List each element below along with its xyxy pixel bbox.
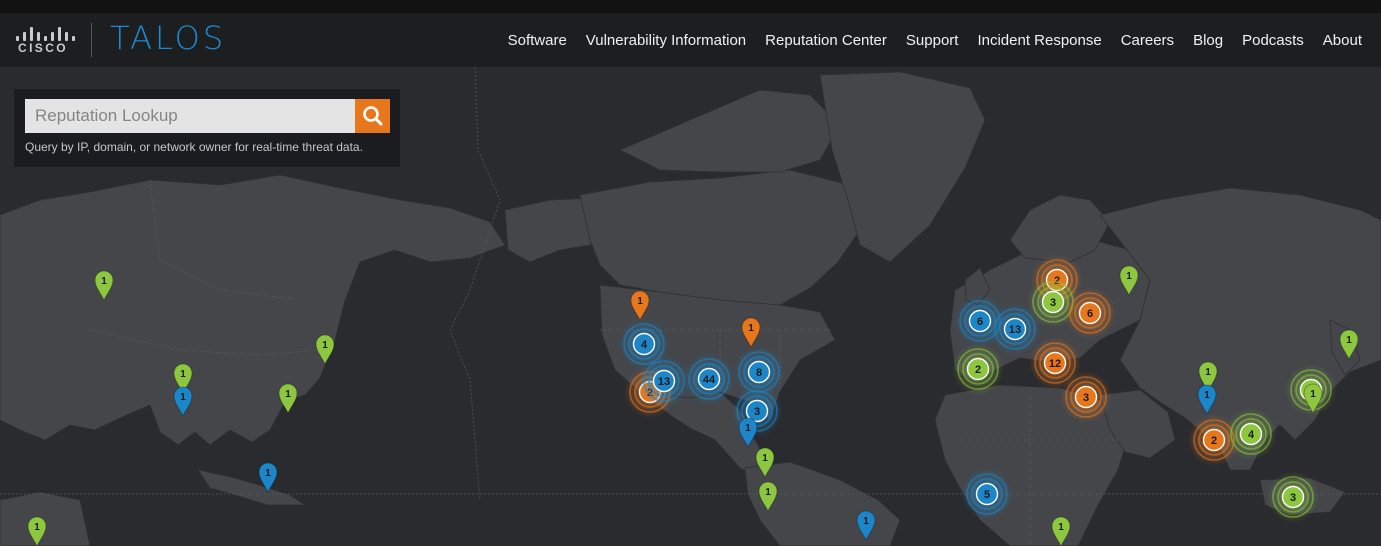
cluster-count: 3: [754, 406, 760, 418]
cluster-count: 6: [1087, 308, 1093, 320]
nav-about[interactable]: About: [1323, 32, 1362, 49]
cluster-count: 3: [1083, 392, 1089, 404]
cluster-count: 12: [1049, 358, 1061, 370]
reputation-lookup-input[interactable]: [25, 99, 365, 133]
nav-vulnerability-information[interactable]: Vulnerability Information: [586, 32, 746, 49]
cluster-count: 5: [984, 489, 990, 501]
cluster-count: 4: [1248, 429, 1255, 441]
talos-wordmark: TALOS: [110, 17, 226, 59]
cisco-wordmark: CISCO: [18, 41, 69, 55]
pin-count: 1: [180, 369, 186, 380]
cluster-count: 2: [1211, 435, 1217, 447]
nav-software[interactable]: Software: [508, 32, 567, 49]
nav-blog[interactable]: Blog: [1193, 32, 1223, 49]
cluster-count: 13: [658, 376, 670, 388]
pin-count: 1: [637, 296, 643, 307]
nav-careers[interactable]: Careers: [1121, 32, 1174, 49]
pin-count: 1: [863, 516, 869, 527]
top-strip: [0, 0, 1381, 13]
threat-cluster-marker[interactable]: 2: [952, 343, 1004, 395]
pin-count: 1: [1058, 522, 1064, 533]
pin-count: 1: [748, 323, 754, 334]
land-australia-edge: [0, 491, 91, 546]
threat-cluster-marker[interactable]: 13: [989, 303, 1041, 355]
pin-count: 1: [322, 340, 328, 351]
nav-podcasts[interactable]: Podcasts: [1242, 32, 1304, 49]
pin-count: 1: [101, 276, 107, 287]
nav-incident-response[interactable]: Incident Response: [977, 32, 1101, 49]
threat-cluster-marker[interactable]: 13: [638, 355, 690, 407]
threat-cluster-marker[interactable]: 5: [961, 468, 1013, 520]
cisco-talos-logo[interactable]: CISCO TALOS: [14, 19, 244, 61]
cluster-count: 2: [975, 364, 981, 376]
search-hint-text: Query by IP, domain, or network owner fo…: [25, 140, 363, 154]
pin-count: 1: [265, 468, 271, 479]
cluster-count: 6: [977, 316, 983, 328]
cluster-count: 8: [756, 367, 762, 379]
cluster-count: 13: [1009, 324, 1021, 336]
threat-cluster-marker[interactable]: 3: [1060, 371, 1112, 423]
cisco-bars-icon: [16, 25, 75, 41]
threat-cluster-marker[interactable]: 4: [1225, 408, 1277, 460]
pin-count: 1: [180, 392, 186, 403]
threat-cluster-marker[interactable]: 44: [683, 353, 735, 405]
pin-count: 1: [1310, 389, 1316, 400]
nav-support[interactable]: Support: [906, 32, 959, 49]
nav-reputation-center[interactable]: Reputation Center: [765, 32, 887, 49]
pin-count: 1: [762, 453, 768, 464]
main-nav: Software Vulnerability Information Reput…: [489, 13, 1362, 67]
pin-count: 1: [285, 389, 291, 400]
threat-cluster-marker[interactable]: 3: [1267, 471, 1319, 523]
pin-count: 1: [765, 487, 771, 498]
threat-cluster-marker[interactable]: 6: [1064, 287, 1116, 339]
logo-divider: [91, 23, 92, 57]
pin-count: 1: [1346, 335, 1352, 346]
cluster-count: 3: [1050, 297, 1056, 309]
pin-count: 1: [745, 423, 751, 434]
cluster-count: 3: [1290, 492, 1296, 504]
cluster-count: 4: [641, 339, 648, 351]
pin-count: 1: [1205, 367, 1211, 378]
pin-count: 1: [1204, 390, 1210, 401]
cluster-count: 44: [703, 374, 716, 386]
talos-wordmark-text: TALOS: [110, 19, 227, 57]
site-header: CISCO TALOS Software Vulnerability Infor…: [0, 13, 1381, 67]
reputation-search-panel: Query by IP, domain, or network owner fo…: [14, 89, 400, 167]
search-icon: [363, 106, 383, 126]
pin-count: 1: [1126, 271, 1132, 282]
pin-count: 1: [34, 522, 40, 533]
search-button[interactable]: [355, 99, 390, 133]
